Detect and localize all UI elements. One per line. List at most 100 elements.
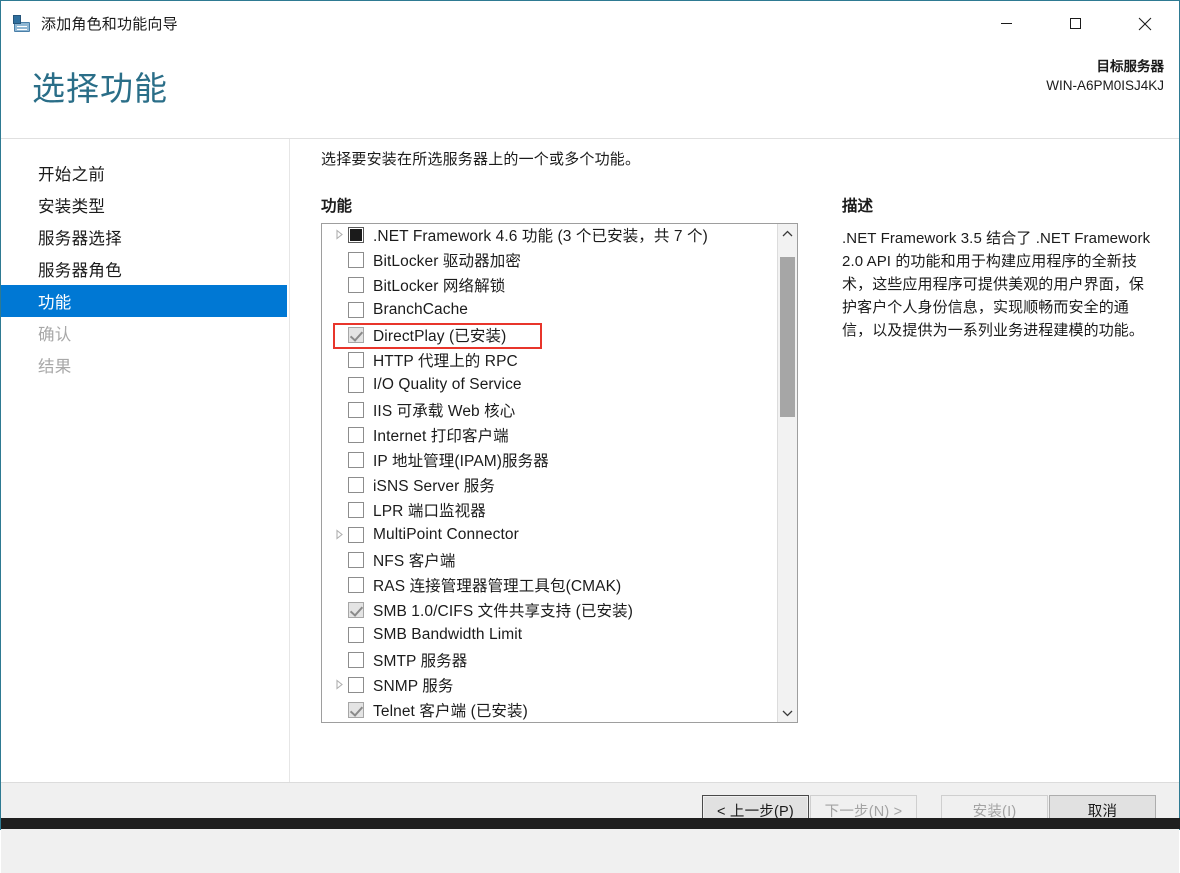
- feature-row[interactable]: Internet 打印客户端: [322, 422, 777, 447]
- feature-label: IP 地址管理(IPAM)服务器: [373, 449, 549, 471]
- maximize-button[interactable]: [1041, 1, 1110, 46]
- taskbar-edge: [1, 818, 1180, 829]
- scrollbar-thumb[interactable]: [780, 257, 795, 417]
- feature-row[interactable]: DirectPlay (已安装): [322, 322, 777, 347]
- scroll-up-button[interactable]: [778, 224, 797, 243]
- feature-checkbox[interactable]: [348, 527, 364, 543]
- feature-row[interactable]: TFTP 客户端 (已安装): [322, 722, 777, 723]
- page-header: 选择功能 目标服务器 WIN-A6PM0ISJ4KJ: [1, 46, 1179, 139]
- sidebar-item-2[interactable]: 服务器选择: [1, 221, 289, 253]
- feature-label: MultiPoint Connector: [373, 526, 519, 544]
- scroll-down-button[interactable]: [778, 703, 797, 722]
- sidebar-item-label: 确认: [38, 321, 72, 345]
- feature-label: Telnet 客户端 (已安装): [373, 699, 528, 721]
- target-server-name: WIN-A6PM0ISJ4KJ: [1046, 76, 1164, 95]
- feature-checkbox[interactable]: [348, 377, 364, 393]
- sidebar-item-label: 功能: [38, 289, 72, 313]
- feature-checkbox[interactable]: [348, 477, 364, 493]
- feature-label: Internet 打印客户端: [373, 424, 509, 446]
- feature-row[interactable]: SNMP 服务: [322, 672, 777, 697]
- sidebar-item-3[interactable]: 服务器角色: [1, 253, 289, 285]
- feature-row[interactable]: SMTP 服务器: [322, 647, 777, 672]
- sidebar-item-label: 服务器角色: [38, 257, 122, 281]
- description-panel: .NET Framework 3.5 结合了 .NET Framework 2.…: [842, 227, 1154, 342]
- feature-row[interactable]: BitLocker 驱动器加密: [322, 247, 777, 272]
- feature-checkbox: [348, 702, 364, 718]
- feature-label: SNMP 服务: [373, 674, 454, 696]
- feature-label: I/O Quality of Service: [373, 376, 522, 394]
- feature-label: .NET Framework 4.6 功能 (3 个已安装，共 7 个): [373, 224, 708, 246]
- window-title: 添加角色和功能向导: [41, 13, 178, 34]
- features-list: .NET Framework 4.6 功能 (3 个已安装，共 7 个) BitL…: [322, 224, 777, 723]
- feature-row[interactable]: NFS 客户端: [322, 547, 777, 572]
- feature-label: SMTP 服务器: [373, 649, 467, 671]
- feature-label: LPR 端口监视器: [373, 499, 486, 521]
- feature-row[interactable]: Telnet 客户端 (已安装): [322, 697, 777, 722]
- feature-checkbox[interactable]: [348, 652, 364, 668]
- feature-row[interactable]: RAS 连接管理器管理工具包(CMAK): [322, 572, 777, 597]
- feature-label: BitLocker 网络解锁: [373, 274, 505, 296]
- expander-triangle-icon[interactable]: [330, 679, 348, 690]
- minimize-button[interactable]: [972, 1, 1041, 46]
- target-server-info: 目标服务器 WIN-A6PM0ISJ4KJ: [1046, 57, 1164, 95]
- feature-checkbox[interactable]: [348, 577, 364, 593]
- feature-row[interactable]: BitLocker 网络解锁: [322, 272, 777, 297]
- feature-row[interactable]: BranchCache: [322, 297, 777, 322]
- feature-row[interactable]: IIS 可承载 Web 核心: [322, 397, 777, 422]
- feature-row[interactable]: .NET Framework 4.6 功能 (3 个已安装，共 7 个): [322, 223, 777, 247]
- feature-row[interactable]: iSNS Server 服务: [322, 472, 777, 497]
- close-button[interactable]: [1110, 1, 1179, 46]
- feature-checkbox[interactable]: [348, 227, 364, 243]
- minimize-icon: [1000, 17, 1013, 30]
- feature-checkbox[interactable]: [348, 302, 364, 318]
- sidebar-item-label: 开始之前: [38, 161, 105, 185]
- maximize-icon: [1069, 17, 1082, 30]
- feature-checkbox[interactable]: [348, 552, 364, 568]
- feature-row[interactable]: SMB Bandwidth Limit: [322, 622, 777, 647]
- feature-checkbox[interactable]: [348, 277, 364, 293]
- feature-checkbox[interactable]: [348, 452, 364, 468]
- feature-checkbox: [348, 602, 364, 618]
- features-scrollbar[interactable]: [777, 224, 797, 722]
- feature-label: NFS 客户端: [373, 549, 456, 571]
- feature-label: BranchCache: [373, 301, 468, 319]
- feature-checkbox[interactable]: [348, 427, 364, 443]
- feature-label: BitLocker 驱动器加密: [373, 249, 521, 271]
- feature-label: HTTP 代理上的 RPC: [373, 349, 518, 371]
- add-roles-features-wizard-window: 添加角色和功能向导 选择功能 目标服务器 WIN-A6PM: [0, 0, 1180, 830]
- feature-checkbox[interactable]: [348, 352, 364, 368]
- feature-label: SMB 1.0/CIFS 文件共享支持 (已安装): [373, 599, 633, 621]
- sidebar-item-0[interactable]: 开始之前: [1, 157, 289, 189]
- feature-label: RAS 连接管理器管理工具包(CMAK): [373, 574, 621, 596]
- feature-label: IIS 可承载 Web 核心: [373, 399, 515, 421]
- sidebar-item-6: 结果: [1, 349, 289, 381]
- wizard-steps-sidebar: 开始之前安装类型服务器选择服务器角色功能确认结果: [1, 139, 290, 782]
- feature-checkbox[interactable]: [348, 402, 364, 418]
- features-listbox[interactable]: .NET Framework 4.6 功能 (3 个已安装，共 7 个) BitL…: [321, 223, 798, 723]
- wizard-body: 开始之前安装类型服务器选择服务器角色功能确认结果 选择要安装在所选服务器上的一个…: [1, 139, 1179, 782]
- feature-row[interactable]: HTTP 代理上的 RPC: [322, 347, 777, 372]
- expander-triangle-icon[interactable]: [330, 529, 348, 540]
- feature-checkbox[interactable]: [348, 252, 364, 268]
- sidebar-item-label: 安装类型: [38, 193, 105, 217]
- feature-label: SMB Bandwidth Limit: [373, 626, 522, 644]
- feature-checkbox[interactable]: [348, 627, 364, 643]
- feature-row[interactable]: IP 地址管理(IPAM)服务器: [322, 447, 777, 472]
- window-controls: [972, 1, 1179, 46]
- main-content: 选择要安装在所选服务器上的一个或多个功能。 功能 描述 .NET Framewo…: [290, 139, 1179, 782]
- feature-row[interactable]: LPR 端口监视器: [322, 497, 777, 522]
- features-heading: 功能: [321, 194, 352, 216]
- target-server-label: 目标服务器: [1046, 57, 1164, 76]
- feature-row[interactable]: SMB 1.0/CIFS 文件共享支持 (已安装): [322, 597, 777, 622]
- sidebar-item-1[interactable]: 安装类型: [1, 189, 289, 221]
- feature-row[interactable]: I/O Quality of Service: [322, 372, 777, 397]
- feature-checkbox[interactable]: [348, 677, 364, 693]
- feature-checkbox[interactable]: [348, 502, 364, 518]
- expander-triangle-icon[interactable]: [330, 229, 348, 240]
- sidebar-item-4[interactable]: 功能: [1, 285, 287, 317]
- title-bar: 添加角色和功能向导: [1, 1, 1179, 46]
- feature-label: DirectPlay (已安装): [373, 324, 506, 346]
- feature-checkbox: [348, 327, 364, 343]
- feature-row[interactable]: MultiPoint Connector: [322, 522, 777, 547]
- close-icon: [1138, 17, 1152, 31]
